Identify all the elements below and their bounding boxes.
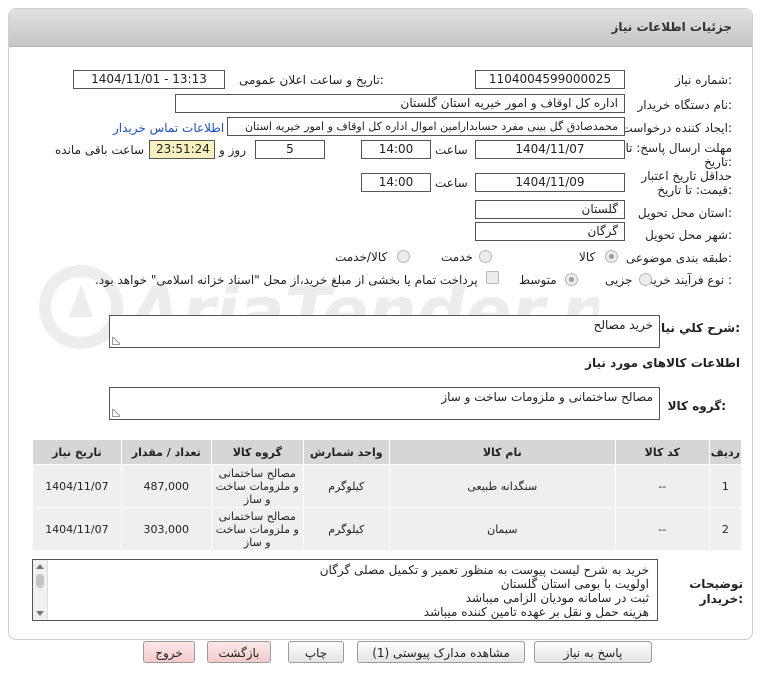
buyer-org-label: نام دستگاه خریدار: [637, 98, 733, 112]
category-label: طبقه بندی موضوعی: [625, 251, 732, 265]
cell-name: سیمان [388, 507, 616, 551]
resize-handle[interactable] [112, 337, 120, 345]
validity-time-label: ساعت [435, 176, 468, 190]
cell-row: 1 [708, 464, 743, 508]
notes-line: ثبت در سامانه مودیان الزامی میباشد [465, 591, 649, 605]
need-number-field: 1104004599000025 [475, 70, 625, 89]
cell-code: -- [614, 507, 710, 551]
cell-name: سنگدانه طبیعی [388, 464, 616, 508]
col-qty: تعداد / مقدار [120, 439, 212, 465]
cell-unit: کیلوگرم [302, 507, 390, 551]
validity-label-date: قیمت: تا تاریخ: [657, 183, 732, 197]
remaining-label: ساعت باقی مانده [55, 143, 145, 157]
days-label: روز و [219, 143, 246, 157]
cell-row: 2 [708, 507, 743, 551]
city-field: گرگان [475, 222, 625, 241]
title-bar: جزئیات اطلاعات نیاز [9, 9, 752, 47]
notes-label-buyer: خریدار: [699, 592, 743, 606]
summary-label: شرح کلي نياز: [654, 321, 740, 335]
cell-unit: کیلوگرم [302, 464, 390, 508]
col-row: ردیف [708, 439, 743, 465]
city-label: شهر محل تحویل: [645, 228, 732, 242]
notes-label: توضیحات [689, 577, 743, 591]
resize-handle[interactable] [112, 409, 120, 417]
watermark-logo: AriaTender.neT [39, 265, 599, 352]
contact-info-link[interactable]: اطلاعات تماس خریدار [113, 121, 224, 135]
notes-line: هزینه حمل و نقل بر عهده تامین کننده میبا… [423, 605, 649, 619]
cell-date: 1404/11/07 [32, 464, 122, 508]
province-field: گلستان [475, 200, 625, 219]
announce-field: 1404/11/01 - 13:13 [73, 70, 225, 89]
deadline-time-field: 14:00 [361, 140, 431, 159]
validity-date-field: 1404/11/09 [475, 173, 625, 192]
page-title: جزئیات اطلاعات نیاز [611, 20, 732, 34]
col-code: کد کالا [614, 439, 710, 465]
back-button[interactable]: بازگشت [207, 641, 271, 663]
deadline-label-date: تاریخ: [704, 155, 732, 169]
category-radio-both[interactable] [397, 250, 410, 263]
cell-group: مصالح ساختمانی و ملزومات ساخت و ساز [210, 464, 304, 508]
col-group: گروه کالا [210, 439, 304, 465]
deadline-date-field: 1404/11/07 [475, 140, 625, 159]
cell-code: -- [614, 464, 710, 508]
scroll-thumb[interactable] [36, 574, 44, 588]
process-radio-minor[interactable] [639, 273, 652, 286]
remaining-time-field: 23:51:24 [149, 140, 215, 159]
goods-info-title: اطلاعات کالاهای مورد نیاز [585, 356, 740, 370]
print-button[interactable]: چاپ [288, 641, 344, 663]
notes-line: اولویت با بومی استان گلستان [500, 577, 649, 591]
requester-label: ایجاد کننده درخواست: [621, 121, 732, 135]
cell-qty: 487,000 [120, 464, 212, 508]
validity-time-field: 14:00 [361, 173, 431, 192]
validity-label: حداقل تاریخ اعتبار [641, 169, 732, 183]
notes-line: خرید به شرح لیست پیوست به منظور تعمیر و … [319, 563, 649, 577]
process-option-minor: جزیی [605, 273, 633, 287]
category-option-both: کالا/خدمت [335, 250, 388, 264]
announce-label: تاریخ و ساعت اعلان عمومی: [239, 73, 384, 87]
deadline-time-label: ساعت [435, 143, 468, 157]
scroll-down-icon[interactable] [36, 611, 44, 616]
buyer-org-field: اداره کل اوقاف و امور خیریه استان گلستان [175, 94, 625, 113]
days-field: 5 [255, 140, 325, 159]
category-radio-goods[interactable] [605, 250, 618, 263]
cell-date: 1404/11/07 [32, 507, 122, 551]
need-number-label: شماره نیاز: [674, 73, 732, 87]
goods-group-text: مصالح ساختمانی و ملزومات ساخت و ساز [441, 390, 653, 404]
cell-group: مصالح ساختمانی و ملزومات ساخت و ساز [210, 507, 304, 551]
col-name: نام کالا [388, 439, 616, 465]
col-date: تاریخ نیاز [32, 439, 122, 465]
notes-scrollbar[interactable] [33, 560, 48, 620]
process-label: نوع فرآیند خرید : [647, 273, 732, 287]
goods-group-label: گروه کالا: [667, 399, 726, 413]
table-row: 2 -- سیمان کیلوگرم مصالح ساختمانی و ملزو… [32, 507, 743, 551]
reply-button[interactable]: پاسخ به نیاز [534, 641, 652, 663]
cell-qty: 303,000 [120, 507, 212, 551]
summary-textarea[interactable]: خرید مصالح [109, 315, 660, 348]
process-radio-medium[interactable] [565, 273, 578, 286]
category-option-goods: کالا [579, 250, 596, 264]
table-row: 1 -- سنگدانه طبیعی کیلوگرم مصالح ساختمان… [32, 464, 743, 508]
exit-button[interactable]: خروج [143, 641, 195, 663]
items-table: ردیف کد کالا نام کالا واحد شمارش گروه کا… [32, 439, 743, 551]
scroll-up-icon[interactable] [36, 564, 44, 569]
treasury-payment-note: پرداخت تمام یا بخشی از مبلغ خرید،از محل … [95, 273, 478, 287]
province-label: استان محل تحویل: [637, 206, 732, 220]
treasury-payment-checkbox[interactable] [486, 271, 499, 284]
col-unit: واحد شمارش [302, 439, 390, 465]
category-option-service: خدمت [441, 250, 473, 264]
goods-group-textarea[interactable]: مصالح ساختمانی و ملزومات ساخت و ساز [109, 387, 660, 420]
view-attachments-button[interactable]: مشاهده مدارک پیوستی (1) [357, 641, 525, 663]
category-radio-service[interactable] [479, 250, 492, 263]
notes-textarea[interactable]: خرید به شرح لیست پیوست به منظور تعمیر و … [32, 559, 658, 621]
table-header-row: ردیف کد کالا نام کالا واحد شمارش گروه کا… [32, 439, 743, 465]
process-option-medium: متوسط [519, 273, 557, 287]
summary-text: خرید مصالح [593, 318, 653, 332]
requester-field: محمدصادق گل بینی مفرد حسابدارامین اموال … [227, 117, 625, 136]
deadline-label: مهلت ارسال پاسخ: تا [625, 141, 732, 155]
